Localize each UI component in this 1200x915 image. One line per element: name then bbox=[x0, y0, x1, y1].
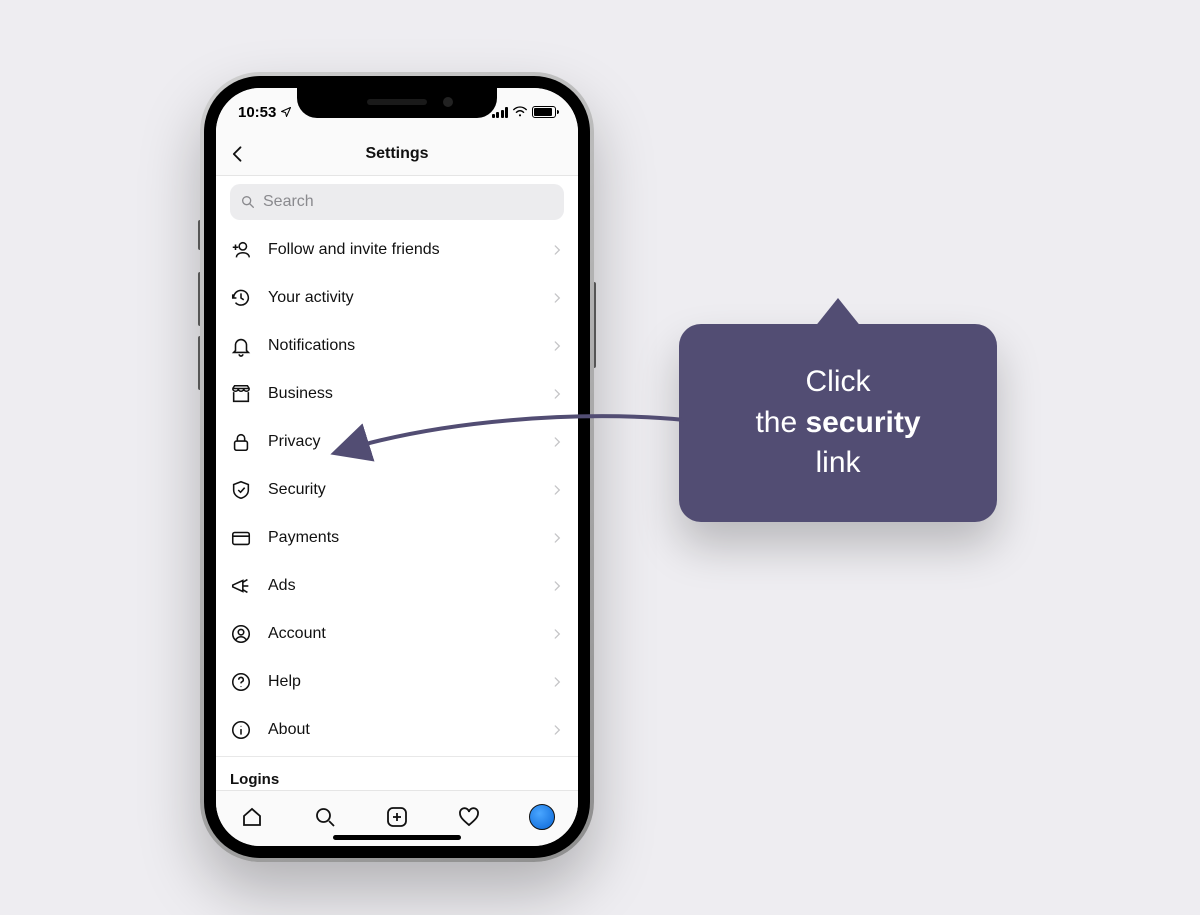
phone-notch bbox=[297, 88, 497, 118]
logins-heading: Logins bbox=[216, 757, 578, 790]
tab-search[interactable] bbox=[312, 804, 338, 830]
row-label: Ads bbox=[268, 577, 550, 595]
info-circle-icon bbox=[230, 719, 252, 741]
tab-activity[interactable] bbox=[456, 804, 482, 830]
chevron-right-icon bbox=[550, 339, 564, 353]
home-indicator[interactable] bbox=[333, 835, 461, 840]
bell-icon bbox=[230, 335, 252, 357]
settings-row-security[interactable]: Security bbox=[216, 466, 578, 514]
row-label: Follow and invite friends bbox=[268, 241, 550, 259]
chevron-right-icon bbox=[550, 531, 564, 545]
tab-create[interactable] bbox=[384, 804, 410, 830]
settings-row-privacy[interactable]: Privacy bbox=[216, 418, 578, 466]
battery-icon bbox=[532, 106, 556, 118]
settings-row-activity[interactable]: Your activity bbox=[216, 274, 578, 322]
shield-check-icon bbox=[230, 479, 252, 501]
row-label: Notifications bbox=[268, 337, 550, 355]
settings-row-business[interactable]: Business bbox=[216, 370, 578, 418]
tab-home[interactable] bbox=[239, 804, 265, 830]
row-label: Account bbox=[268, 625, 550, 643]
chevron-right-icon bbox=[550, 723, 564, 737]
settings-row-payments[interactable]: Payments bbox=[216, 514, 578, 562]
settings-row-notifications[interactable]: Notifications bbox=[216, 322, 578, 370]
status-time: 10:53 bbox=[238, 104, 276, 121]
search-icon bbox=[240, 194, 256, 210]
chevron-right-icon bbox=[550, 387, 564, 401]
user-circle-icon bbox=[230, 623, 252, 645]
chevron-right-icon bbox=[550, 243, 564, 257]
chevron-right-icon bbox=[550, 435, 564, 449]
row-label: Business bbox=[268, 385, 550, 403]
search-input[interactable]: Search bbox=[230, 184, 564, 220]
location-icon bbox=[280, 106, 292, 118]
chevron-right-icon bbox=[550, 627, 564, 641]
chevron-right-icon bbox=[550, 291, 564, 305]
page-title: Settings bbox=[365, 145, 428, 163]
settings-row-about[interactable]: About bbox=[216, 706, 578, 754]
search-placeholder: Search bbox=[263, 193, 314, 211]
phone-mockup: 10:53 Settings bbox=[200, 72, 594, 862]
callout-line-1: Click bbox=[806, 365, 871, 398]
row-label: About bbox=[268, 721, 550, 739]
chevron-right-icon bbox=[550, 579, 564, 593]
settings-row-account[interactable]: Account bbox=[216, 610, 578, 658]
megaphone-icon bbox=[230, 575, 252, 597]
settings-row-help[interactable]: Help bbox=[216, 658, 578, 706]
add-user-icon bbox=[230, 239, 252, 261]
chevron-right-icon bbox=[550, 675, 564, 689]
row-label: Help bbox=[268, 673, 550, 691]
back-button[interactable] bbox=[228, 144, 248, 164]
callout-text: Click the security link bbox=[755, 362, 920, 484]
nav-header: Settings bbox=[216, 132, 578, 176]
chevron-right-icon bbox=[550, 483, 564, 497]
settings-row-ads[interactable]: Ads bbox=[216, 562, 578, 610]
wifi-icon bbox=[512, 106, 528, 118]
row-label: Privacy bbox=[268, 433, 550, 451]
row-label: Your activity bbox=[268, 289, 550, 307]
callout-line-2-bold: security bbox=[805, 406, 920, 439]
callout-pointer-icon bbox=[814, 298, 862, 328]
instruction-callout: Click the security link bbox=[679, 324, 997, 522]
callout-line-2-pre: the bbox=[755, 406, 805, 439]
settings-content: Search Follow and invite friends Your ac… bbox=[216, 176, 578, 790]
store-icon bbox=[230, 383, 252, 405]
clock-activity-icon bbox=[230, 287, 252, 309]
credit-card-icon bbox=[230, 527, 252, 549]
callout-line-3: link bbox=[815, 446, 860, 479]
row-label: Payments bbox=[268, 529, 550, 547]
lock-icon bbox=[230, 431, 252, 453]
help-circle-icon bbox=[230, 671, 252, 693]
profile-avatar-icon bbox=[529, 804, 555, 830]
row-label: Security bbox=[268, 481, 550, 499]
settings-row-follow-invite[interactable]: Follow and invite friends bbox=[216, 226, 578, 274]
tab-profile[interactable] bbox=[529, 804, 555, 830]
